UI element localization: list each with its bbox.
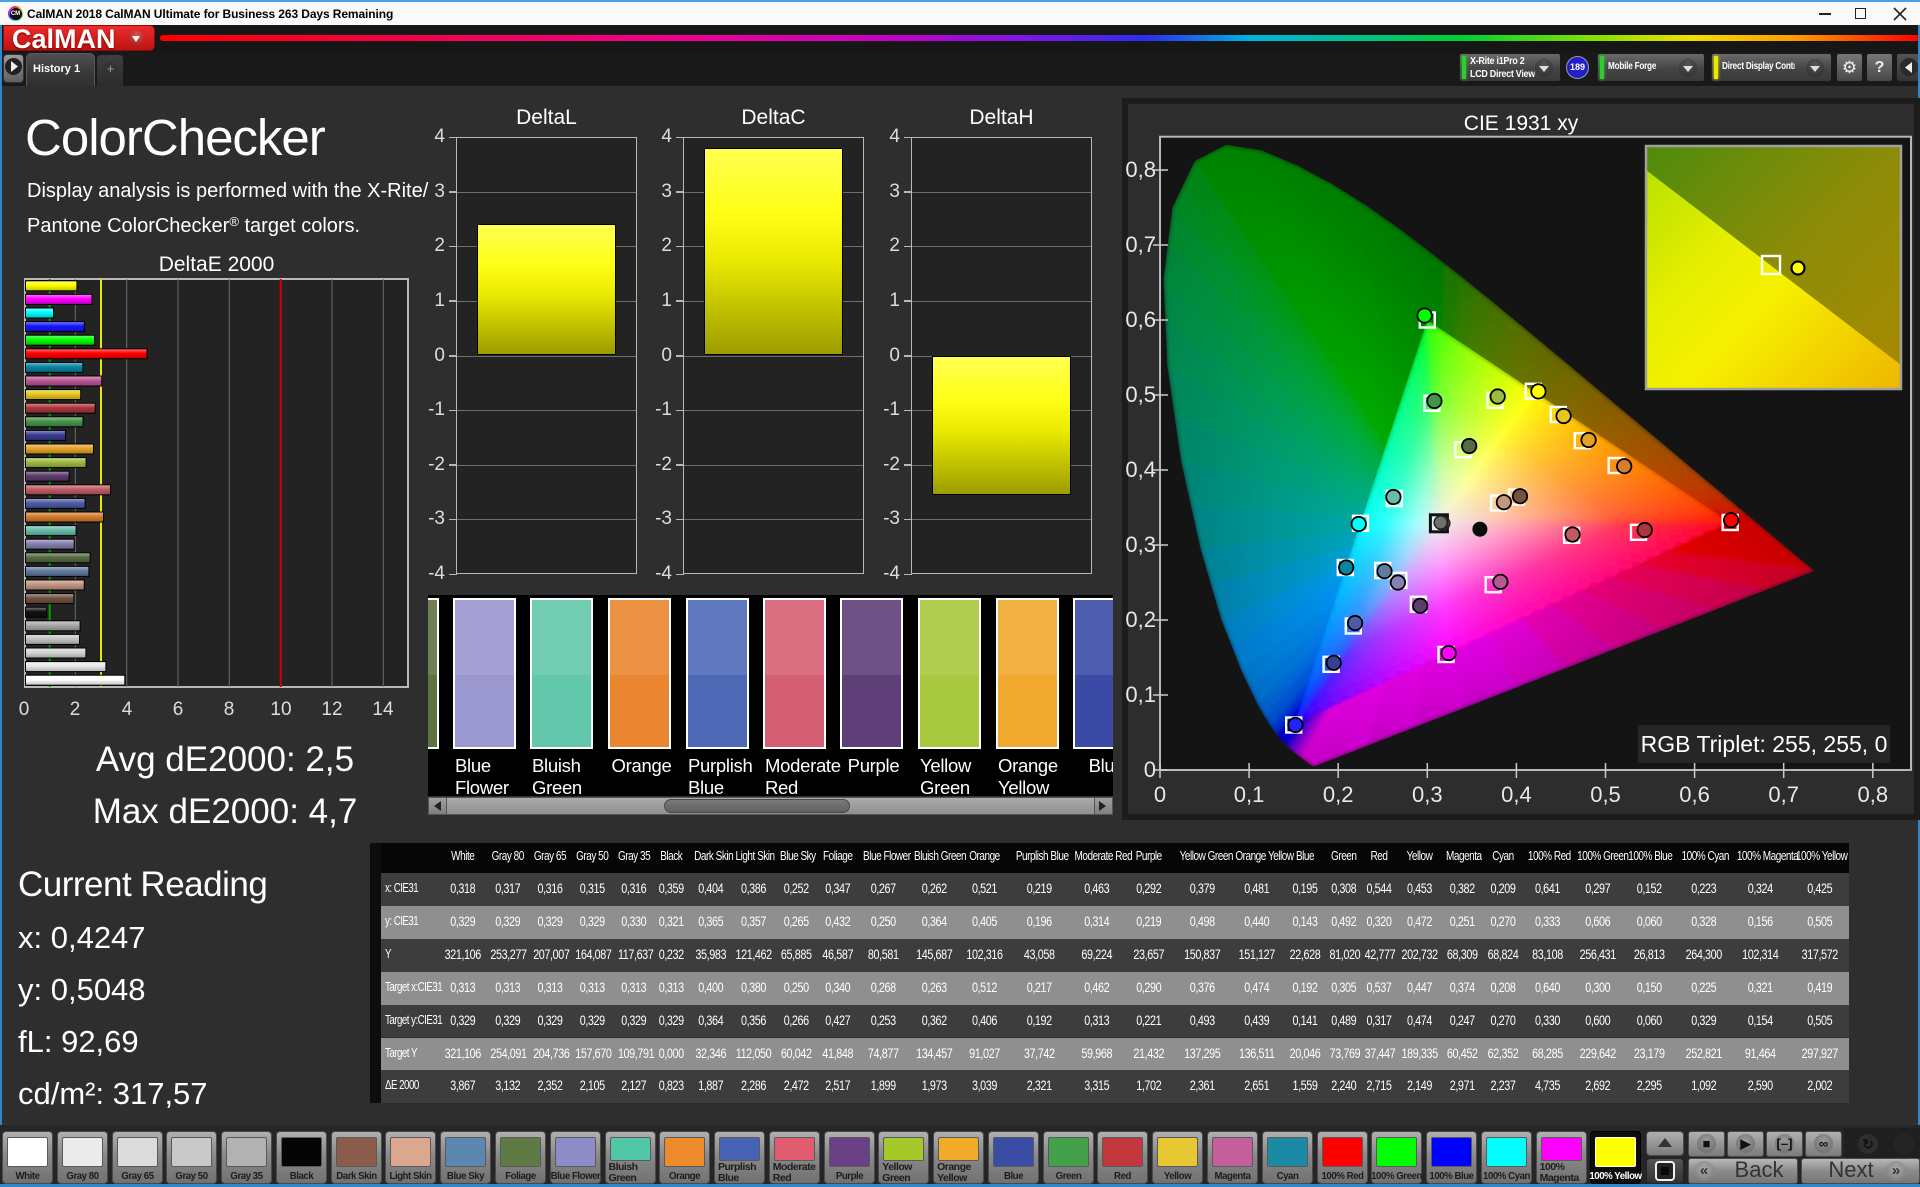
svg-text:0,2: 0,2 — [1323, 782, 1354, 807]
svg-text:0,6: 0,6 — [1679, 782, 1710, 807]
svg-text:0,4: 0,4 — [1125, 457, 1156, 482]
svg-text:0,7: 0,7 — [1125, 232, 1156, 257]
svg-text:0,5: 0,5 — [1125, 382, 1156, 407]
svg-text:0,1: 0,1 — [1125, 682, 1156, 707]
svg-text:RGB Triplet: 255, 255, 0: RGB Triplet: 255, 255, 0 — [1641, 731, 1888, 757]
svg-text:0,1: 0,1 — [1234, 782, 1265, 807]
svg-text:0,5: 0,5 — [1590, 782, 1621, 807]
svg-text:0: 0 — [1144, 757, 1156, 782]
svg-text:0,3: 0,3 — [1125, 532, 1156, 557]
svg-text:0,2: 0,2 — [1125, 607, 1156, 632]
svg-text:0,6: 0,6 — [1125, 307, 1156, 332]
svg-text:0: 0 — [1154, 782, 1166, 807]
svg-text:0,8: 0,8 — [1125, 157, 1156, 182]
svg-text:0,7: 0,7 — [1768, 782, 1799, 807]
svg-text:0,8: 0,8 — [1858, 782, 1889, 807]
svg-text:0,4: 0,4 — [1501, 782, 1532, 807]
svg-text:0,3: 0,3 — [1412, 782, 1443, 807]
